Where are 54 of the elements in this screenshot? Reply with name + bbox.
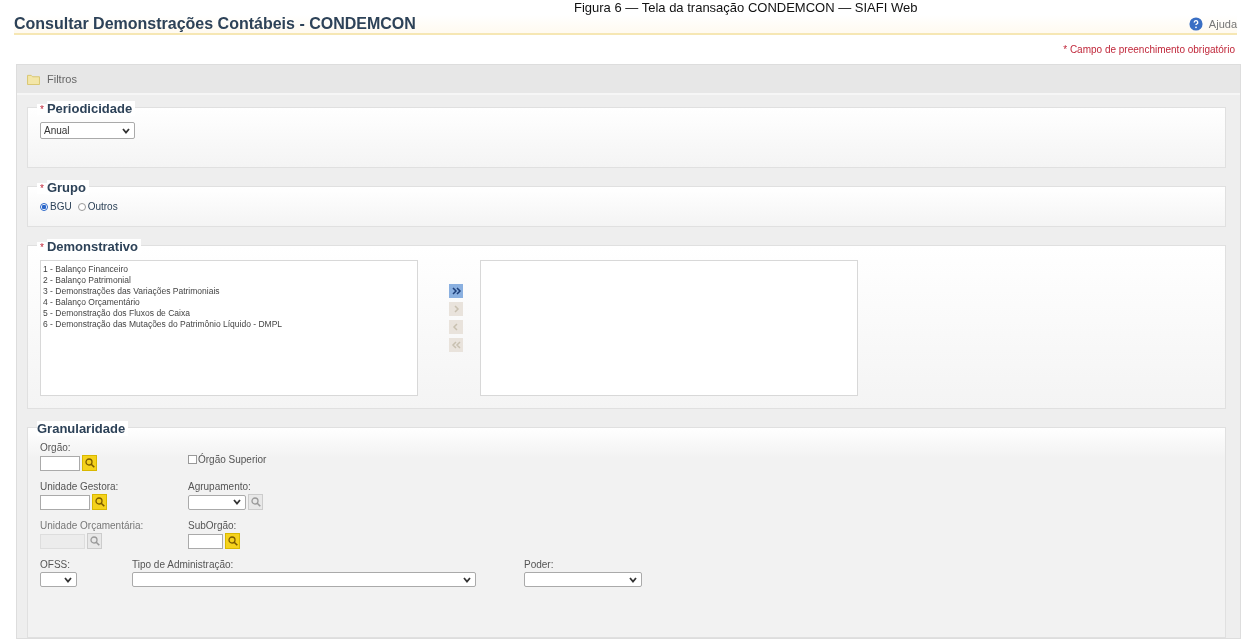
list-box[interactable] [40,260,418,396]
field-label: OFSS: [40,559,71,570]
search-button[interactable] [87,533,102,549]
field-label: Orgão: [40,442,72,453]
double-chevron-right-icon [450,286,462,296]
list-option[interactable]: 3 - Demonstrações das Variações Patrimoniais [43,286,415,297]
help-link[interactable]: Ajuda [1188,17,1237,31]
folder-icon [27,73,40,85]
dropdown[interactable]: Anual [40,122,135,139]
search-button[interactable] [92,494,107,510]
caret-icon [233,499,241,505]
input-field[interactable] [40,455,80,471]
section-title: Granularidade [37,421,129,436]
list-option[interactable]: 6 - Demonstração das Mutações do Patrimônio Líquido - DMPL [43,319,415,330]
search-icon [250,497,261,507]
search-button[interactable] [82,455,97,471]
field-label: Agrupamento: [188,481,252,492]
radio-button[interactable] [77,202,86,211]
section-title: Periodicidade [46,101,136,116]
dropdown[interactable] [40,572,77,587]
help-icon [1188,17,1203,31]
required-note: * Campo de preenchimento obrigatório [1063,44,1235,55]
input-field[interactable] [188,533,223,549]
list-option[interactable]: 5 - Demonstração dos Fluxos de Caixa [43,308,415,319]
caret-icon [463,576,471,583]
radio-button[interactable] [40,202,48,211]
search-icon [89,536,100,546]
page-title: Consultar Demonstrações Contábeis - CONDEMCON [14,15,416,33]
search-icon [94,497,105,507]
field-label: Unidade Gestora: [40,481,120,492]
checkbox-label: Órgão Superior [198,454,267,465]
field-label: SubOrgão: [188,520,238,531]
figure-caption: Figura 6 — Tela da transação CONDEMCON — SIAFI Web [573,0,919,15]
field-label: Tipo de Administração: [132,559,235,570]
move-all-right-button[interactable] [449,284,463,298]
radio-label: BGU [50,201,72,212]
list-option[interactable]: 1 - Balanço Financeiro [43,264,415,275]
caret-icon [64,576,72,583]
field-label: Poder: [524,559,555,570]
double-chevron-left-icon [450,340,462,350]
section-title: Grupo [46,180,89,195]
caret-icon [629,576,637,583]
list-option[interactable]: 4 - Balanço Orçamentário [43,297,415,308]
caret-icon [122,127,130,134]
input-field[interactable] [40,494,90,510]
search-icon [227,536,238,546]
radio-label: Outros [87,201,118,212]
checkbox[interactable] [188,455,197,464]
search-button[interactable] [225,533,240,549]
panel-title: Filtros [47,73,77,85]
section-title: Demonstrativo [46,239,141,254]
field-label: Unidade Orçamentária: [40,520,145,531]
list-option[interactable]: 2 - Balanço Patrimonial [43,275,415,286]
search-icon [84,458,95,468]
